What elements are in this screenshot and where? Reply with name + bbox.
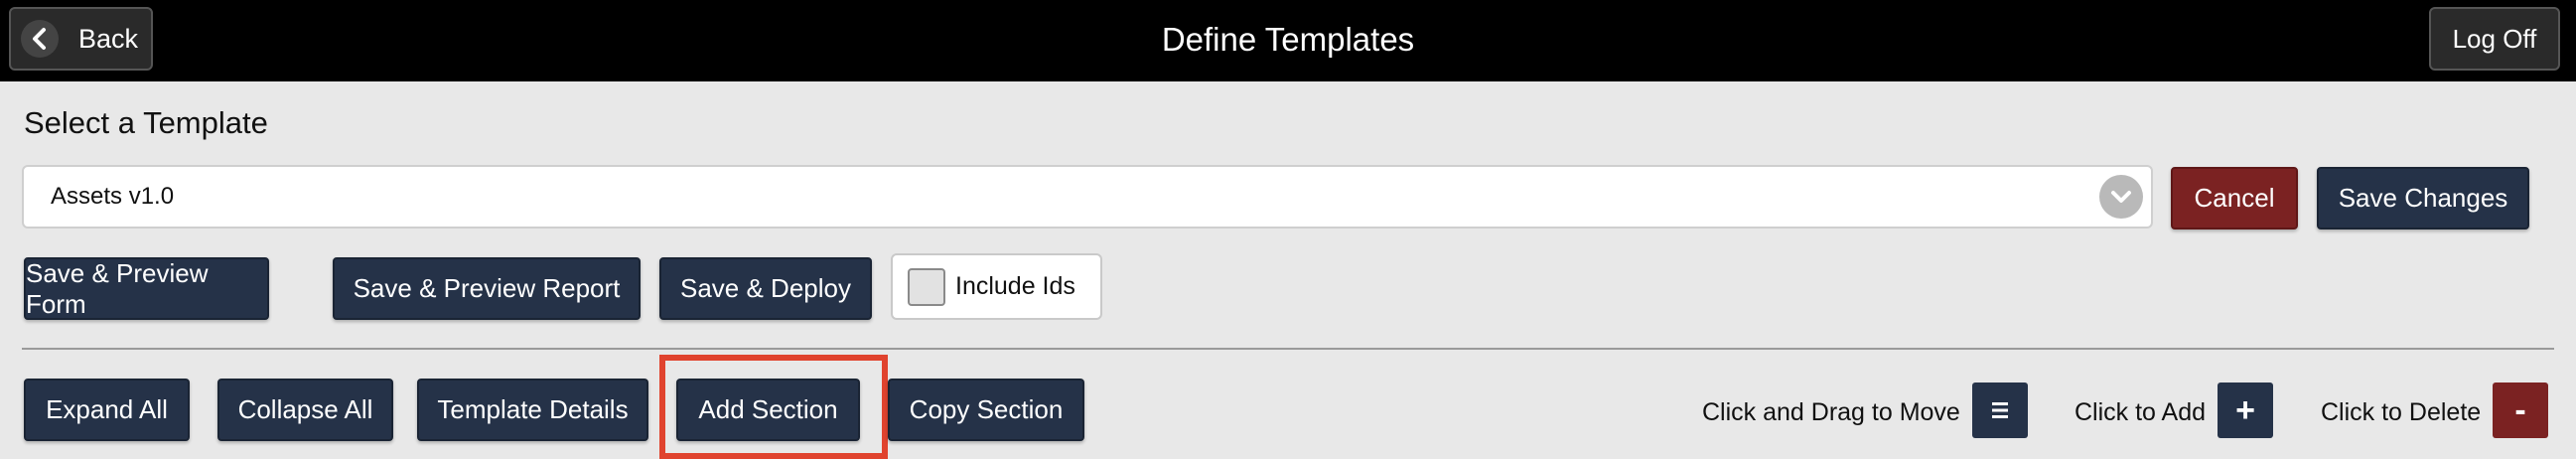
- chevron-left-icon: [21, 20, 59, 58]
- save-preview-report-button[interactable]: Save & Preview Report: [333, 257, 641, 320]
- add-section-highlight: [659, 355, 888, 459]
- collapse-all-button[interactable]: Collapse All: [217, 379, 393, 441]
- template-select[interactable]: Assets v1.0: [22, 165, 2153, 229]
- back-label: Back: [78, 23, 139, 54]
- plus-icon: +: [2218, 382, 2273, 438]
- include-ids-toggle[interactable]: Include Ids: [891, 253, 1102, 320]
- chevron-down-icon: [2099, 175, 2143, 219]
- save-deploy-button[interactable]: Save & Deploy: [659, 257, 872, 320]
- expand-all-button[interactable]: Expand All: [24, 379, 190, 441]
- minus-icon: -: [2493, 382, 2548, 438]
- delete-hint: Click to Delete: [2321, 398, 2482, 426]
- template-details-button[interactable]: Template Details: [417, 379, 648, 441]
- add-hint: Click to Add: [2075, 398, 2207, 426]
- select-template-heading: Select a Template: [24, 105, 268, 140]
- cancel-button[interactable]: Cancel: [2171, 167, 2298, 230]
- page-title: Define Templates: [1161, 21, 1415, 58]
- save-preview-form-button[interactable]: Save & Preview Form: [24, 257, 269, 320]
- include-ids-checkbox[interactable]: [908, 267, 945, 306]
- copy-section-button[interactable]: Copy Section: [888, 379, 1084, 441]
- log-off-button[interactable]: Log Off: [2429, 7, 2560, 71]
- hamburger-icon: [1972, 382, 2028, 438]
- back-button[interactable]: Back: [9, 7, 153, 71]
- top-bar: Define Templates Back Log Off: [0, 0, 2576, 81]
- include-ids-label: Include Ids: [955, 272, 1075, 300]
- template-select-value: Assets v1.0: [51, 183, 175, 210]
- save-changes-button[interactable]: Save Changes: [2317, 167, 2529, 230]
- divider: [22, 348, 2554, 350]
- move-hint: Click and Drag to Move: [1702, 398, 1960, 426]
